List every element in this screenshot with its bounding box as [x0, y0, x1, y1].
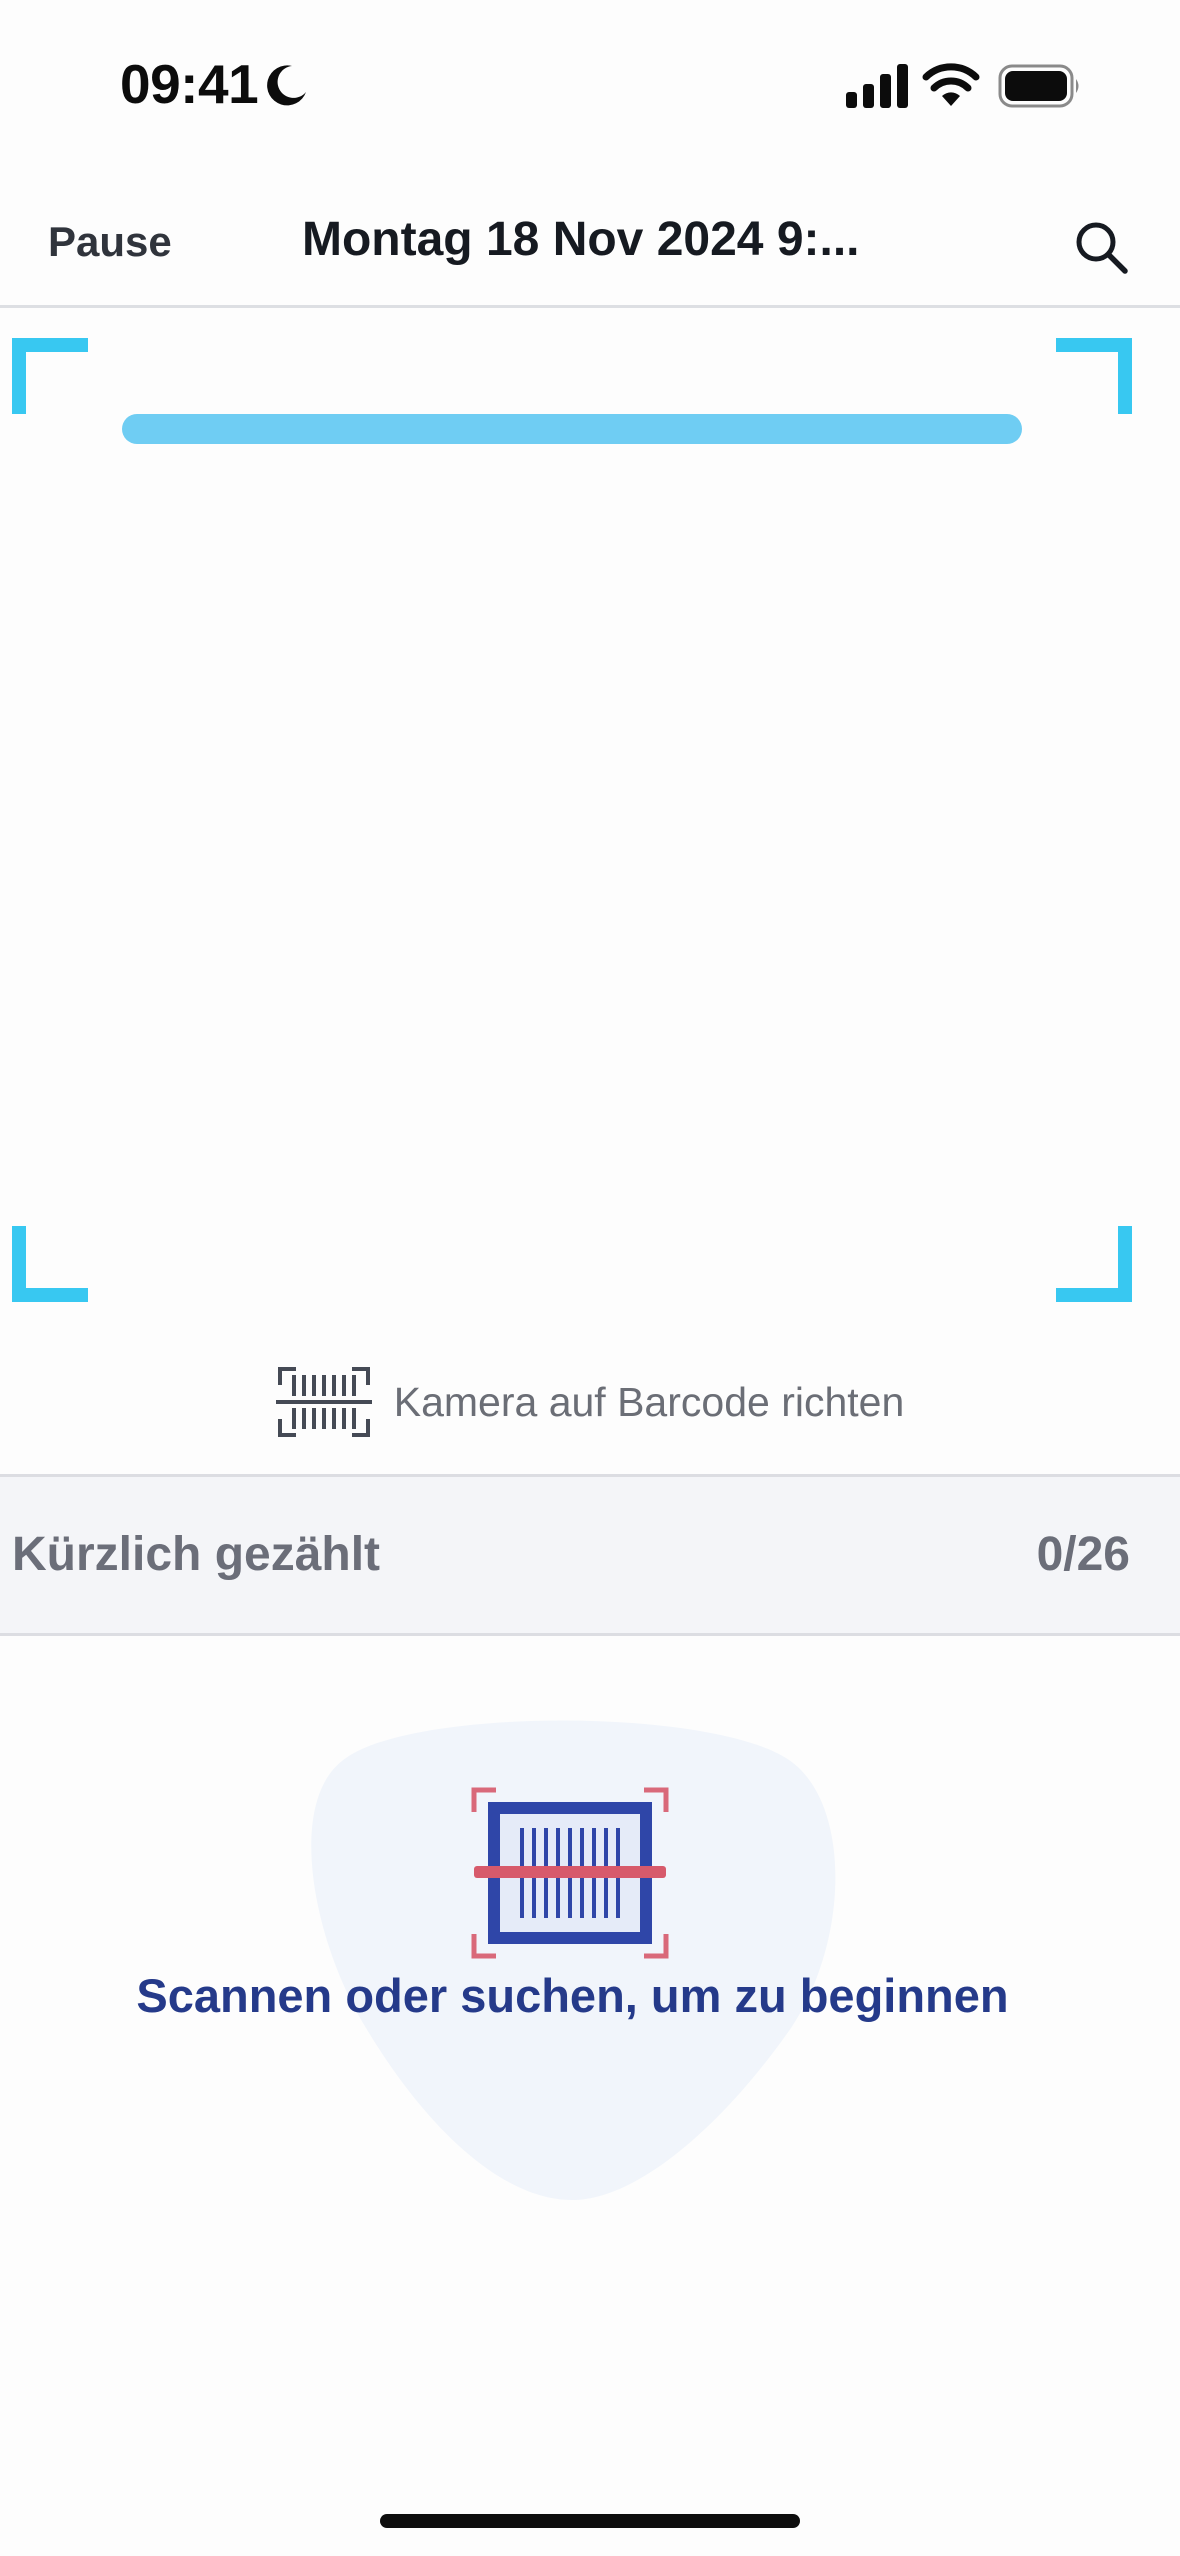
recently-counted-count: 0/26 [1036, 1528, 1130, 1581]
cellular-signal-icon [846, 64, 908, 108]
status-time: 09:41 [120, 53, 259, 115]
nav-bar: Pause Montag 18 Nov 2024 9:... [0, 170, 1180, 308]
viewfinder-corner-bottom-left [12, 1226, 88, 1302]
search-icon[interactable] [1072, 218, 1130, 276]
empty-state-message: Scannen oder suchen, um zu beginnen [136, 1969, 1009, 2022]
viewfinder-corner-top-left [12, 338, 88, 414]
barcode-scanner-illustration [471, 1787, 669, 1959]
pause-button[interactable]: Pause [48, 218, 172, 266]
moon-icon [267, 65, 306, 106]
recently-counted-label: Kürzlich gezählt [12, 1528, 381, 1581]
camera-viewfinder[interactable] [0, 308, 1180, 1308]
page-title: Montag 18 Nov 2024 9:... [302, 213, 860, 266]
status-bar: 09:41 [0, 0, 1180, 170]
home-indicator[interactable] [380, 2514, 800, 2528]
viewfinder-corner-top-right [1056, 338, 1132, 414]
scan-hint: Kamera auf Barcode richten [0, 1362, 1180, 1442]
wifi-icon [922, 63, 980, 106]
battery-icon [998, 64, 1079, 108]
viewfinder-corner-bottom-right [1056, 1226, 1132, 1302]
recently-counted-header: Kürzlich gezählt 0/26 [0, 1474, 1180, 1636]
scan-hint-text: Kamera auf Barcode richten [393, 1378, 905, 1425]
screen: 09:41 Pause Montag 18 Nov 2024 9:... Kam… [0, 0, 1180, 2556]
barcode-scan-icon [275, 1367, 372, 1437]
scan-line [122, 414, 1022, 444]
